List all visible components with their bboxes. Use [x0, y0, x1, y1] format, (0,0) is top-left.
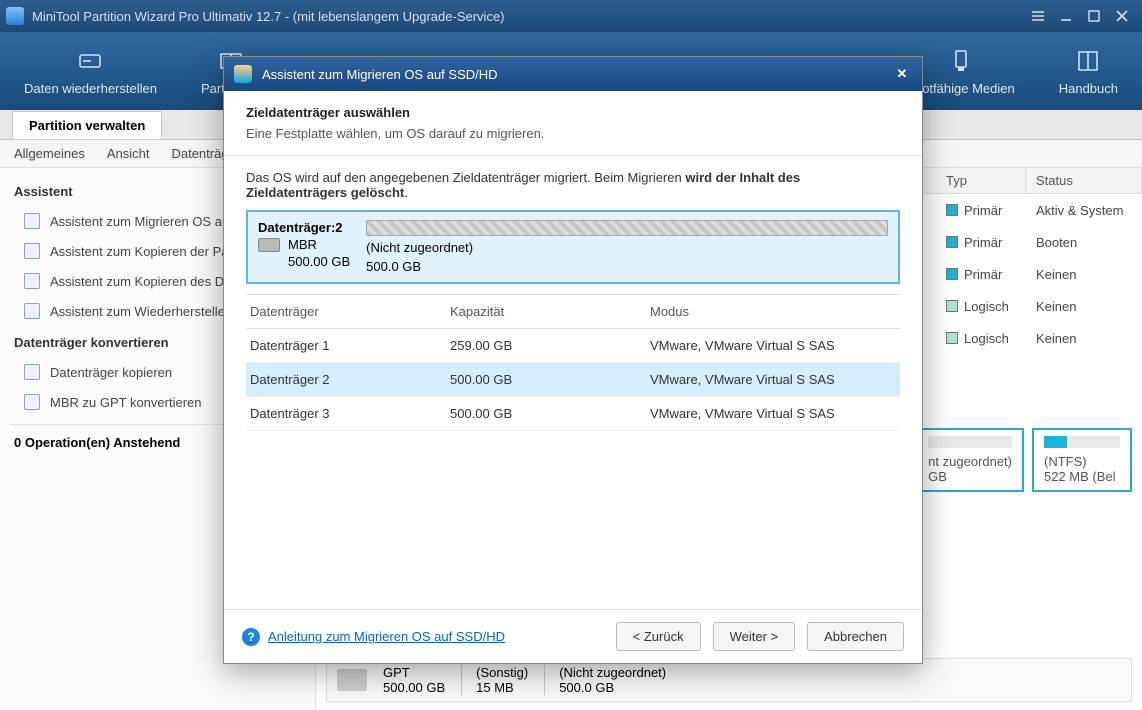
col-mode[interactable]: Modus: [650, 304, 896, 319]
disk-icon: [258, 238, 280, 252]
col-capacity[interactable]: Kapazität: [450, 304, 650, 319]
allocation-bar: [366, 220, 888, 236]
disk-list-row[interactable]: Datenträger 3500.00 GBVMware, VMware Vir…: [246, 397, 900, 431]
target-disk-panel[interactable]: Datenträger:2 MBR 500.00 GB (Nicht zugeo…: [246, 210, 900, 284]
target-disk-name: Datenträger:2: [258, 220, 350, 235]
dialog-title: Assistent zum Migrieren OS auf SSD/HD: [262, 67, 498, 82]
disk-list-row[interactable]: Datenträger 2500.00 GBVMware, VMware Vir…: [246, 363, 900, 397]
help-link[interactable]: ?Anleitung zum Migrieren OS auf SSD/HD: [242, 628, 505, 646]
dialog-logo-icon: [234, 65, 252, 83]
cancel-button[interactable]: Abbrechen: [807, 622, 904, 651]
disk-list-row[interactable]: Datenträger 1259.00 GBVMware, VMware Vir…: [246, 329, 900, 363]
next-button[interactable]: Weiter >: [713, 622, 796, 651]
dialog-warning: Das OS wird auf den angegebenen Zieldate…: [246, 170, 900, 200]
col-disk[interactable]: Datenträger: [250, 304, 450, 319]
disk-list-table: Datenträger Kapazität Modus Datenträger …: [246, 294, 900, 431]
back-button[interactable]: < Zurück: [616, 622, 701, 651]
dialog-description: Eine Festplatte wählen, um OS darauf zu …: [246, 126, 900, 141]
dialog-titlebar: Assistent zum Migrieren OS auf SSD/HD ✕: [224, 57, 922, 91]
dialog-subtitle: Zieldatenträger auswählen: [246, 105, 900, 120]
dialog-footer: ?Anleitung zum Migrieren OS auf SSD/HD <…: [224, 609, 922, 663]
help-icon: ?: [242, 628, 260, 646]
migrate-os-dialog: Assistent zum Migrieren OS auf SSD/HD ✕ …: [223, 56, 923, 664]
dialog-close-button[interactable]: ✕: [892, 64, 912, 84]
